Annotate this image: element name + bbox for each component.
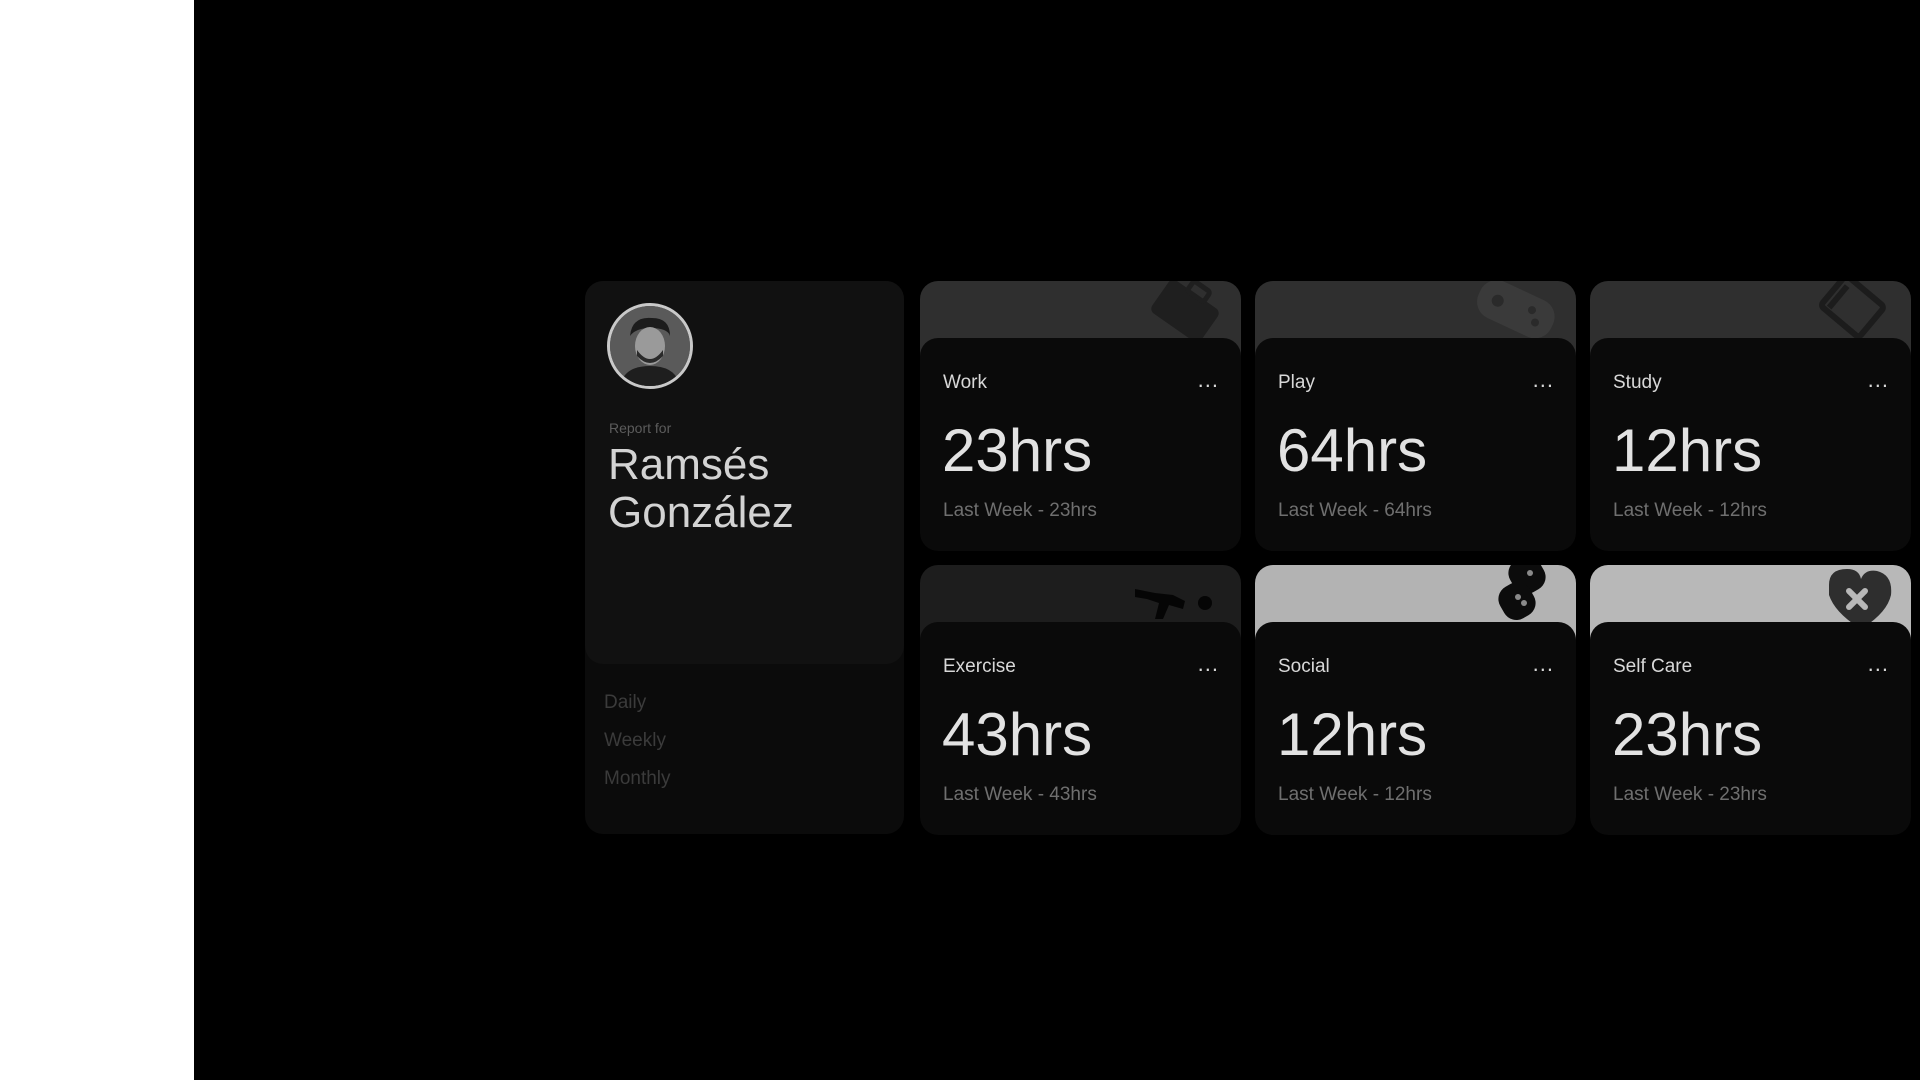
period-weekly[interactable]: Weekly bbox=[604, 729, 671, 753]
card-last-week: Last Week - 12hrs bbox=[1613, 500, 1767, 521]
card-last-week: Last Week - 64hrs bbox=[1278, 500, 1432, 521]
book-icon bbox=[1819, 281, 1886, 340]
period-daily[interactable]: Daily bbox=[604, 691, 671, 715]
more-options-button[interactable]: ... bbox=[1868, 653, 1889, 675]
study-card: Study ... 12hrs Last Week - 12hrs bbox=[1590, 281, 1911, 551]
more-options-button[interactable]: ... bbox=[1198, 653, 1219, 675]
heart-icon bbox=[1829, 569, 1892, 627]
period-selector: Daily Weekly Monthly bbox=[604, 691, 671, 791]
play-card: Play ... 64hrs Last Week - 64hrs bbox=[1255, 281, 1576, 551]
dashboard-stage: Report for Ramsés González Daily Weekly … bbox=[194, 0, 1920, 1080]
self-care-card: Self Care ... 23hrs Last Week - 23hrs bbox=[1590, 565, 1911, 835]
card-body: Social ... 12hrs Last Week - 12hrs bbox=[1255, 622, 1576, 835]
briefcase-icon bbox=[1151, 281, 1219, 343]
user-name: Ramsés González bbox=[608, 440, 794, 537]
exercise-card: Exercise ... 43hrs Last Week - 43hrs bbox=[920, 565, 1241, 835]
card-title: Study bbox=[1613, 372, 1662, 393]
gamepad-icon bbox=[1477, 281, 1555, 339]
chat-bubble-icon bbox=[1498, 565, 1546, 620]
profile-card: Report for Ramsés González Daily Weekly … bbox=[585, 281, 904, 834]
avatar bbox=[607, 303, 693, 389]
more-options-button[interactable]: ... bbox=[1533, 369, 1554, 391]
card-title: Work bbox=[943, 372, 987, 393]
card-title: Play bbox=[1278, 372, 1315, 393]
card-body: Play ... 64hrs Last Week - 64hrs bbox=[1255, 338, 1576, 551]
card-hours: 23hrs bbox=[1612, 701, 1763, 768]
profile-header: Report for Ramsés González bbox=[585, 281, 904, 664]
card-hours: 43hrs bbox=[942, 701, 1093, 768]
report-for-label: Report for bbox=[609, 420, 672, 436]
card-hours: 12hrs bbox=[1277, 701, 1428, 768]
card-hours: 64hrs bbox=[1277, 417, 1428, 484]
card-hours: 12hrs bbox=[1612, 417, 1763, 484]
social-card: Social ... 12hrs Last Week - 12hrs bbox=[1255, 565, 1576, 835]
card-body: Exercise ... 43hrs Last Week - 43hrs bbox=[920, 622, 1241, 835]
more-options-button[interactable]: ... bbox=[1533, 653, 1554, 675]
running-icon bbox=[1135, 589, 1212, 619]
more-options-button[interactable]: ... bbox=[1868, 369, 1889, 391]
card-body: Work ... 23hrs Last Week - 23hrs bbox=[920, 338, 1241, 551]
card-last-week: Last Week - 12hrs bbox=[1278, 784, 1432, 805]
card-last-week: Last Week - 43hrs bbox=[943, 784, 1097, 805]
period-monthly[interactable]: Monthly bbox=[604, 767, 671, 791]
card-title: Social bbox=[1278, 656, 1330, 677]
card-title: Exercise bbox=[943, 656, 1016, 677]
more-options-button[interactable]: ... bbox=[1198, 369, 1219, 391]
work-card: Work ... 23hrs Last Week - 23hrs bbox=[920, 281, 1241, 551]
card-title: Self Care bbox=[1613, 656, 1693, 677]
card-body: Study ... 12hrs Last Week - 12hrs bbox=[1590, 338, 1911, 551]
card-body: Self Care ... 23hrs Last Week - 23hrs bbox=[1590, 622, 1911, 835]
card-last-week: Last Week - 23hrs bbox=[1613, 784, 1767, 805]
card-hours: 23hrs bbox=[942, 417, 1093, 484]
card-last-week: Last Week - 23hrs bbox=[943, 500, 1097, 521]
